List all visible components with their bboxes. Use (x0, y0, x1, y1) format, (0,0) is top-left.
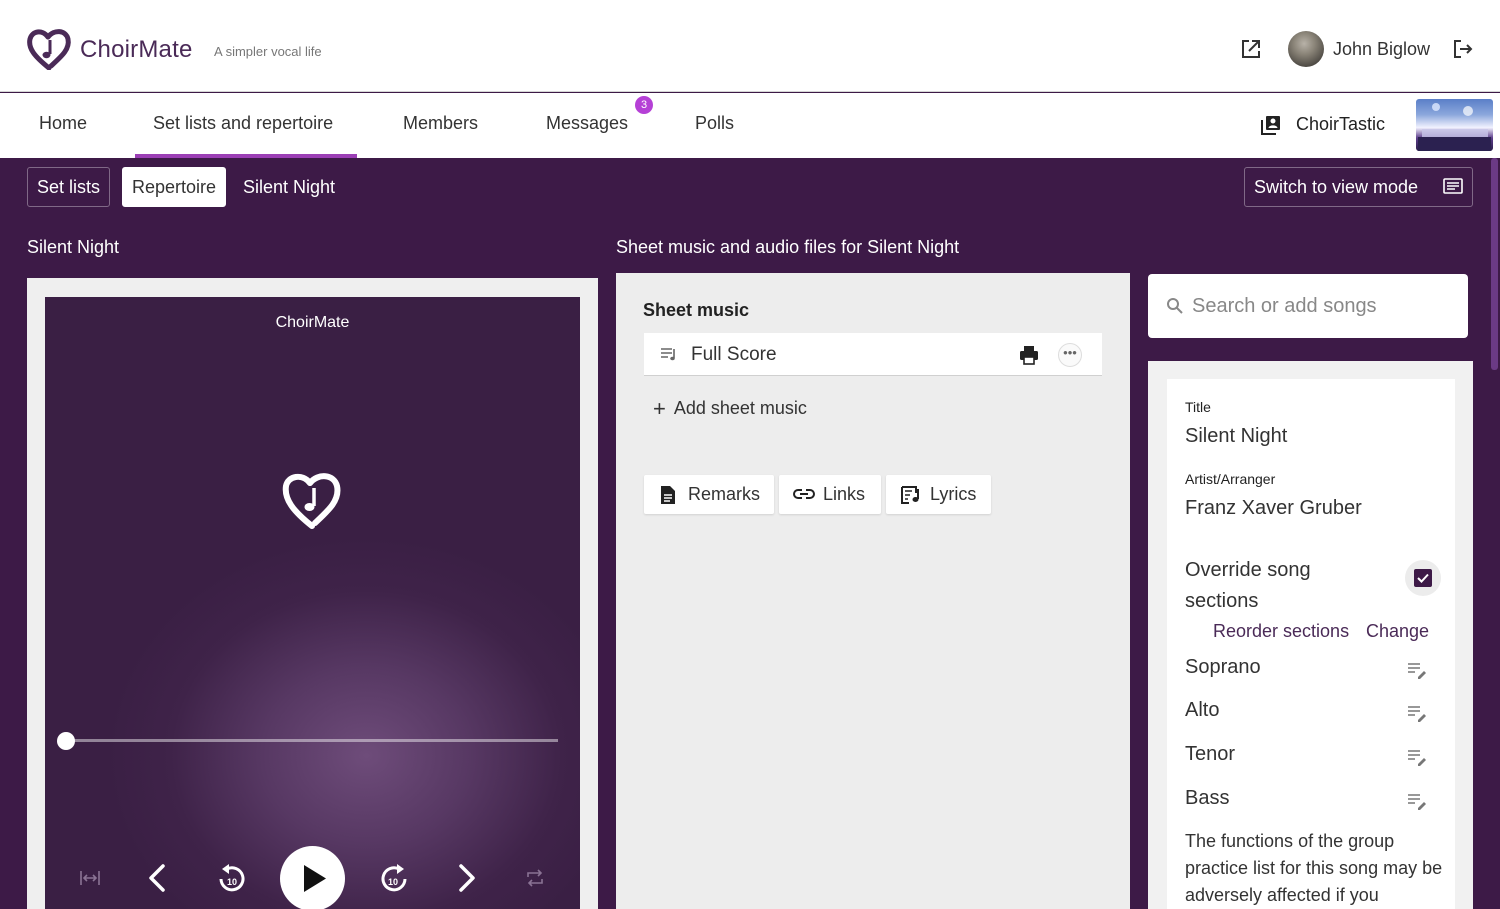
choir-name[interactable]: ChoirTastic (1296, 114, 1385, 135)
plus-icon: + (653, 396, 666, 421)
link-icon (793, 489, 815, 499)
section-label: Bass (1185, 787, 1230, 809)
repeat-icon[interactable] (525, 868, 545, 888)
remarks-label: Remarks (688, 484, 761, 504)
previous-icon[interactable] (147, 863, 167, 893)
search-songs-input[interactable] (1192, 288, 1452, 324)
sheet-music-heading: Sheet music (643, 300, 750, 320)
breadcrumb-current-song: Silent Night (243, 177, 336, 197)
audio-player: ChoirMate 10 10 (45, 297, 580, 909)
edit-list-icon[interactable] (1407, 748, 1427, 766)
open-external-icon[interactable] (1240, 38, 1262, 60)
song-section-title: Silent Night (27, 237, 120, 257)
override-warning-text: The functions of the group practice list… (1185, 831, 1443, 905)
edit-list-icon[interactable] (1407, 792, 1427, 810)
rewind-10-icon[interactable]: 10 (217, 863, 245, 893)
section-row-alto[interactable]: Alto (1185, 699, 1435, 729)
search-icon (1167, 298, 1183, 314)
svg-text:10: 10 (388, 877, 398, 887)
add-sheet-music-label: Add sheet music (673, 398, 807, 418)
play-button[interactable] (280, 846, 345, 909)
section-row-soprano[interactable]: Soprano (1185, 656, 1435, 686)
remarks-button[interactable]: Remarks (644, 475, 774, 514)
forward-10-icon[interactable]: 10 (381, 863, 409, 893)
full-score-row[interactable]: Full Score ••• (644, 333, 1102, 376)
choir-image[interactable] (1416, 99, 1493, 151)
artist-field[interactable]: Franz Xaver Gruber (1185, 497, 1362, 520)
nav-polls[interactable]: Polls (695, 113, 734, 134)
choir-library-icon (1261, 116, 1280, 135)
sheet-music-icon (661, 348, 675, 361)
user-name[interactable]: John Biglow (1333, 39, 1430, 60)
lyrics-icon (901, 486, 919, 504)
user-avatar[interactable] (1288, 31, 1324, 67)
logout-icon[interactable] (1452, 38, 1474, 60)
heart-note-logo-icon[interactable] (26, 28, 72, 70)
section-label: Soprano (1185, 656, 1261, 678)
more-options-icon[interactable]: ••• (1058, 343, 1082, 367)
svg-text:10: 10 (227, 877, 237, 887)
full-score-label: Full Score (691, 344, 777, 365)
add-sheet-music-button[interactable]: + Add sheet music (653, 396, 807, 422)
override-sections-checkbox[interactable] (1405, 560, 1441, 596)
loop-range-icon[interactable] (79, 869, 101, 887)
heart-note-icon (282, 473, 341, 529)
change-sections-button[interactable]: Change (1366, 621, 1429, 642)
print-icon[interactable] (1019, 345, 1039, 365)
progress-track[interactable] (67, 739, 558, 742)
checkbox-box (1414, 569, 1432, 587)
set-lists-button[interactable]: Set lists (27, 167, 111, 207)
links-button[interactable]: Links (779, 475, 881, 514)
song-search (1148, 274, 1468, 338)
edit-list-icon[interactable] (1407, 661, 1427, 679)
nav-messages[interactable]: Messages (546, 113, 628, 134)
app-tagline: A simpler vocal life (214, 44, 322, 59)
app-name[interactable]: ChoirMate (80, 36, 193, 64)
view-mode-icon (1443, 178, 1463, 194)
choir-photo-icon (1418, 103, 1491, 151)
section-row-tenor[interactable]: Tenor (1185, 743, 1435, 773)
links-label: Links (823, 484, 866, 504)
override-sections-label: Override song sections (1185, 559, 1311, 612)
play-icon (304, 865, 326, 892)
progress-handle[interactable] (57, 732, 75, 750)
next-icon[interactable] (457, 863, 477, 893)
messages-count-badge: 3 (635, 96, 653, 114)
repertoire-button[interactable]: Repertoire (122, 167, 227, 207)
lyrics-label: Lyrics (930, 484, 977, 504)
nav-home[interactable]: Home (39, 113, 87, 134)
files-section-title: Sheet music and audio files for Silent N… (616, 237, 960, 257)
switch-mode-label: Switch to view mode (1254, 177, 1419, 197)
title-label: Title (1185, 399, 1211, 415)
reorder-sections-button[interactable]: Reorder sections (1213, 621, 1349, 642)
nav-set-lists-repertoire[interactable]: Set lists and repertoire (153, 113, 333, 134)
nav-members[interactable]: Members (403, 113, 478, 134)
section-label: Tenor (1185, 743, 1236, 765)
switch-to-view-mode-button[interactable]: Switch to view mode (1244, 167, 1473, 207)
section-row-bass[interactable]: Bass (1185, 787, 1435, 817)
checkmark-icon (1417, 573, 1429, 583)
section-label: Alto (1185, 699, 1220, 721)
artist-label: Artist/Arranger (1185, 471, 1276, 487)
lyrics-button[interactable]: Lyrics (886, 475, 991, 514)
app-header: ChoirMate A simpler vocal life John Bigl… (0, 0, 1500, 92)
edit-list-icon[interactable] (1407, 704, 1427, 722)
page-scrollbar[interactable] (1491, 158, 1498, 370)
active-tab-indicator (135, 154, 357, 158)
document-icon (661, 486, 675, 504)
title-field[interactable]: Silent Night (1185, 425, 1287, 448)
song-details: Title Silent Night Artist/Arranger Franz… (1167, 379, 1455, 909)
player-title: ChoirMate (275, 314, 350, 331)
